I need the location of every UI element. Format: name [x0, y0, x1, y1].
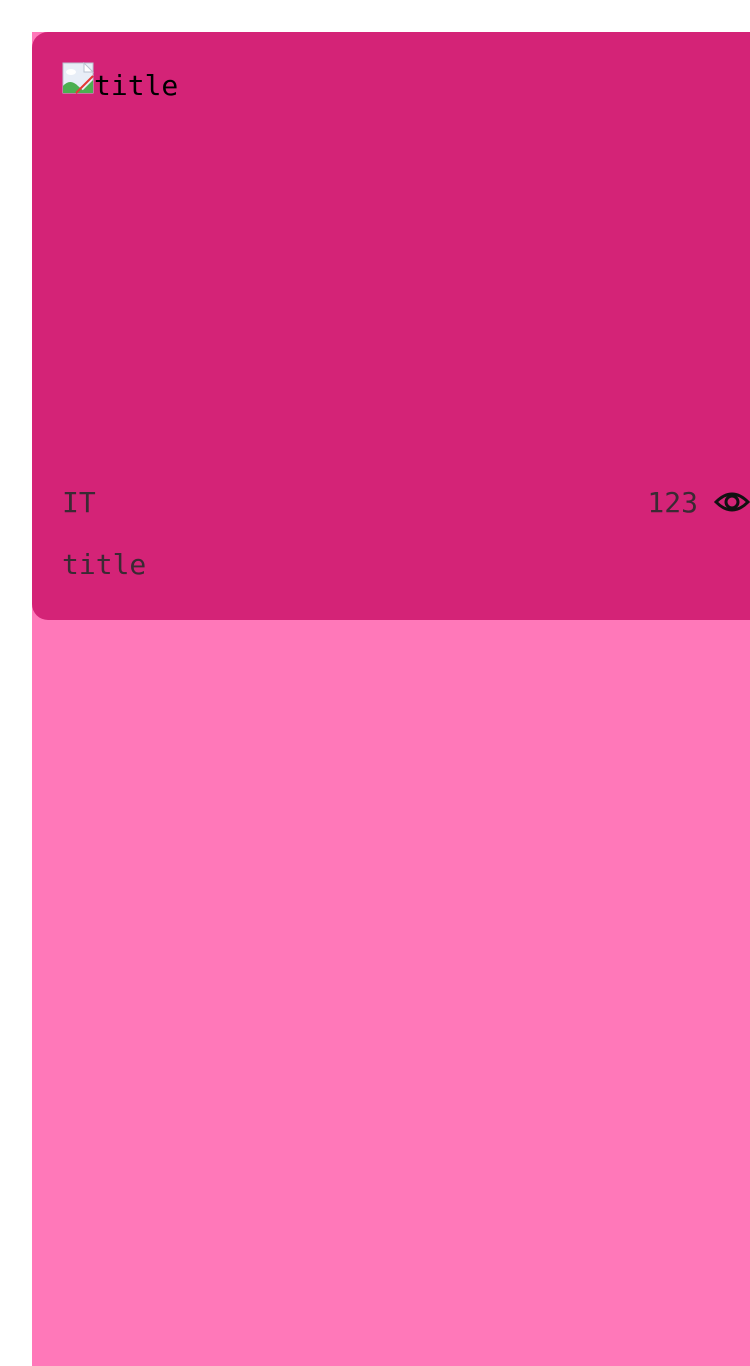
card-image-alt-text: title	[94, 69, 179, 102]
card-meta-row: IT 123	[62, 484, 750, 520]
views-counter: 123	[647, 484, 750, 520]
article-card[interactable]: title IT 123 title	[32, 32, 750, 620]
broken-image-icon	[62, 62, 94, 94]
views-count: 123	[647, 485, 698, 519]
category-label: IT	[62, 485, 96, 519]
card-image: title	[62, 62, 178, 100]
card-title[interactable]: title	[62, 548, 146, 581]
eye-icon	[714, 492, 750, 512]
